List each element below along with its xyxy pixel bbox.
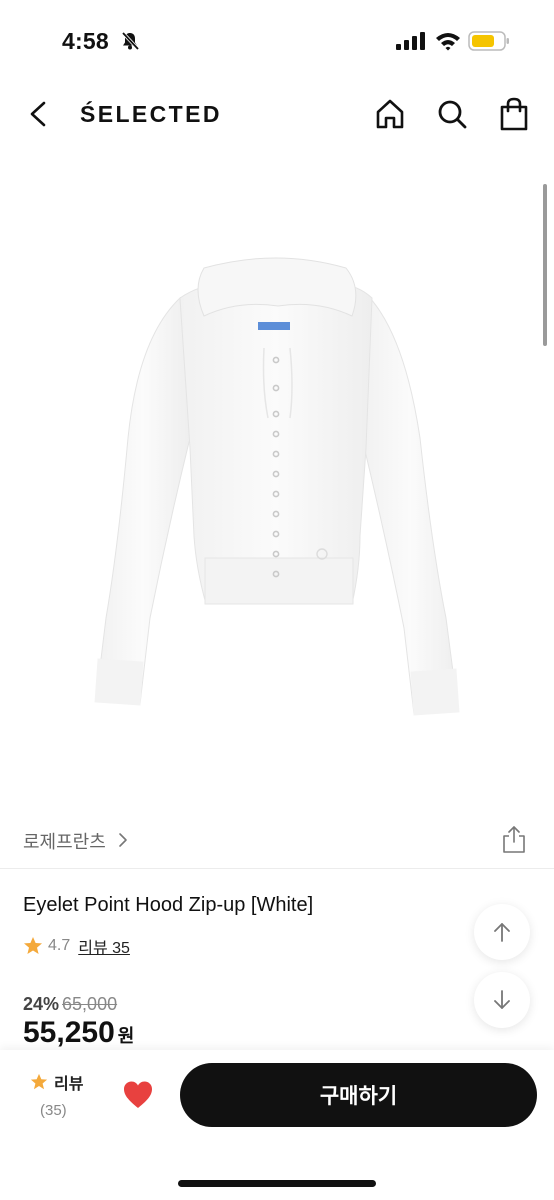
- star-icon: [30, 1073, 48, 1090]
- brand-logo[interactable]: ŚELECTED: [80, 101, 222, 128]
- sale-row: 55,250 원: [23, 1016, 134, 1050]
- buy-button[interactable]: 구매하기: [180, 1063, 537, 1127]
- wifi-icon: [436, 33, 460, 51]
- rating-value: 4.7: [48, 937, 71, 954]
- signal-icon: [396, 32, 425, 50]
- scroll-down-button[interactable]: [474, 972, 530, 1028]
- search-icon[interactable]: [436, 98, 468, 130]
- status-time: 4:58: [62, 28, 109, 54]
- share-icon[interactable]: [501, 824, 527, 854]
- arrow-up-icon: [494, 923, 510, 942]
- bag-icon[interactable]: [498, 97, 530, 131]
- bottom-review-count: (35): [40, 1102, 67, 1119]
- heart-icon[interactable]: [122, 1080, 154, 1110]
- product-image[interactable]: [0, 148, 554, 800]
- review-link[interactable]: 리뷰 35: [78, 934, 130, 958]
- rating-row[interactable]: 4.7 리뷰 35: [23, 934, 130, 958]
- divider: [0, 868, 554, 869]
- brand-name[interactable]: 로제프란츠: [23, 828, 106, 854]
- home-icon[interactable]: [374, 98, 406, 130]
- sale-price: 55,250: [23, 1016, 115, 1049]
- bell-off-icon: [121, 31, 140, 51]
- home-indicator[interactable]: [178, 1180, 376, 1187]
- discount-rate: 24%: [23, 994, 60, 1014]
- back-icon[interactable]: [24, 98, 54, 130]
- discount-row: 24% 65,000: [23, 994, 117, 1015]
- battery-icon: [468, 31, 509, 51]
- currency-unit: 원: [117, 1026, 135, 1046]
- image-scrollbar[interactable]: [543, 184, 547, 346]
- app-header: ŚELECTED: [0, 84, 554, 148]
- bottom-bar: 리뷰 (35) 구매하기: [0, 1050, 554, 1200]
- arrow-down-icon: [494, 990, 510, 1009]
- scroll-up-button[interactable]: [474, 904, 530, 960]
- status-bar: 4:58: [0, 0, 554, 84]
- product-title: Eyelet Point Hood Zip-up [White]: [23, 894, 314, 916]
- hoodie-image: [94, 257, 460, 716]
- bottom-review[interactable]: 리뷰 (35): [30, 1070, 90, 1119]
- chevron-right-icon: [119, 833, 127, 847]
- brand-row[interactable]: 로제프란츠: [0, 820, 554, 860]
- bottom-review-label: 리뷰: [54, 1076, 84, 1093]
- star-icon: [24, 937, 42, 954]
- original-price: 65,000: [62, 994, 118, 1014]
